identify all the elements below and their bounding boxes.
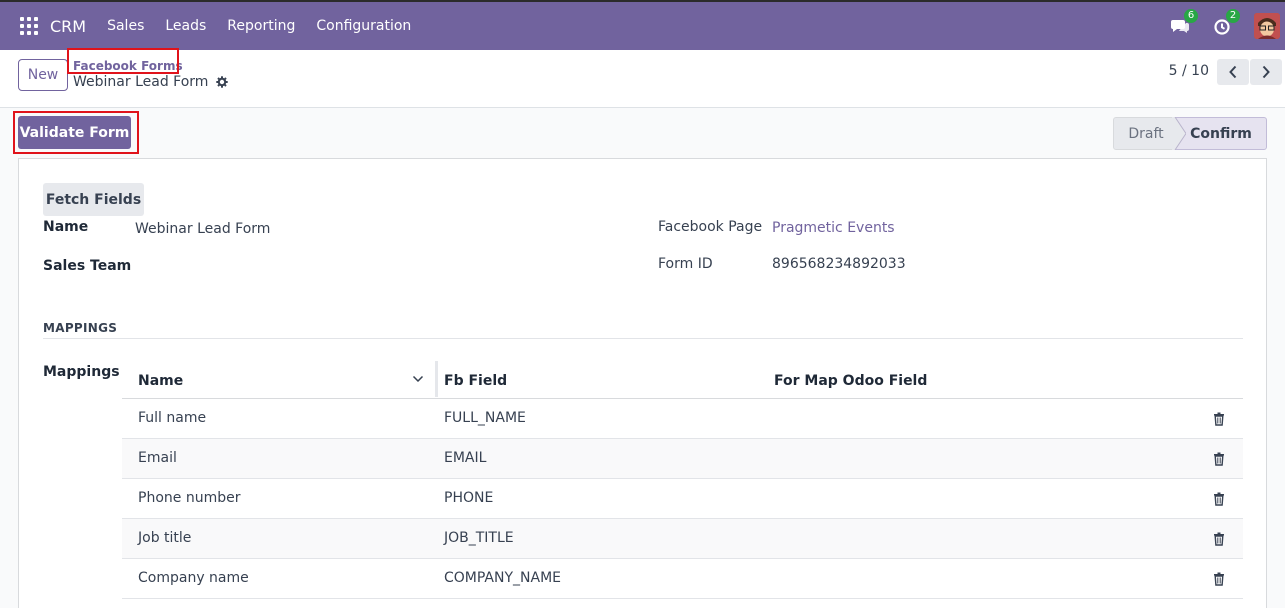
app-brand[interactable]: CRM <box>50 17 86 36</box>
column-header-name[interactable]: Name <box>138 373 183 389</box>
row-name[interactable]: Full name <box>138 410 206 426</box>
activities-button[interactable]: 2 <box>1212 9 1240 36</box>
form-id-field[interactable]: 896568234892033 <box>772 256 906 272</box>
fetch-fields-button[interactable]: Fetch Fields <box>43 183 144 216</box>
facebook-page-label: Facebook Page <box>658 219 763 235</box>
menu-leads[interactable]: Leads <box>165 18 206 34</box>
pager-previous-button[interactable] <box>1217 59 1249 85</box>
column-resize-handle[interactable] <box>435 361 438 397</box>
row-fb-field[interactable]: JOB_TITLE <box>444 530 514 546</box>
row-name[interactable]: Company name <box>138 570 249 586</box>
stage-arrow-icon <box>1172 117 1186 150</box>
trash-icon[interactable] <box>1213 412 1225 426</box>
mappings-section-title: MAPPINGS <box>43 321 118 335</box>
row-fb-field[interactable]: COMPANY_NAME <box>444 570 561 586</box>
menu-configuration[interactable]: Configuration <box>316 18 411 34</box>
table-row[interactable]: Email EMAIL <box>122 439 1243 479</box>
name-field[interactable]: Webinar Lead Form <box>135 221 270 237</box>
section-divider <box>43 338 1243 339</box>
row-fb-field[interactable]: PHONE <box>444 490 493 506</box>
row-fb-field[interactable]: EMAIL <box>444 450 486 466</box>
messages-badge: 6 <box>1184 9 1198 23</box>
gear-icon[interactable] <box>216 76 229 88</box>
row-fb-field[interactable]: FULL_NAME <box>444 410 526 426</box>
name-label: Name <box>43 219 89 235</box>
mappings-table: Name Fb Field For Map Odoo Field Full na… <box>122 361 1243 599</box>
pager-next-button[interactable] <box>1250 59 1282 85</box>
activities-badge: 2 <box>1226 9 1240 23</box>
validate-form-button[interactable]: Validate Form <box>18 116 131 149</box>
form-sheet: Fetch Fields Name Webinar Lead Form Sale… <box>18 158 1267 608</box>
pager-value[interactable]: 5 / 10 <box>1169 63 1209 79</box>
breadcrumb-facebook-forms[interactable]: Facebook Forms <box>73 59 183 73</box>
stage-draft[interactable]: Draft <box>1113 117 1179 150</box>
sales-team-field[interactable] <box>135 258 435 276</box>
trash-icon[interactable] <box>1213 532 1225 546</box>
form-id-label: Form ID <box>658 256 713 272</box>
table-row[interactable]: Phone number PHONE <box>122 479 1243 519</box>
column-header-odoo-field[interactable]: For Map Odoo Field <box>774 373 927 389</box>
facebook-page-field[interactable]: Pragmetic Events <box>772 220 895 236</box>
trash-icon[interactable] <box>1213 572 1225 586</box>
column-header-fb-field[interactable]: Fb Field <box>444 373 507 389</box>
breadcrumb-current: Webinar Lead Form <box>73 74 229 90</box>
chevron-left-icon <box>1229 65 1237 79</box>
mappings-label: Mappings <box>43 364 120 380</box>
row-name[interactable]: Job title <box>138 530 191 546</box>
new-button[interactable]: New <box>18 59 68 91</box>
chevron-right-icon <box>1262 65 1270 79</box>
top-navbar: CRM Sales Leads Reporting Configuration … <box>0 0 1285 50</box>
trash-icon[interactable] <box>1213 492 1225 506</box>
table-header: Name Fb Field For Map Odoo Field <box>122 361 1243 399</box>
stage-confirm[interactable]: Confirm <box>1175 117 1267 150</box>
sales-team-label: Sales Team <box>43 258 132 274</box>
trash-icon[interactable] <box>1213 452 1225 466</box>
row-name[interactable]: Phone number <box>138 490 240 506</box>
user-avatar[interactable] <box>1254 13 1280 39</box>
control-panel: New Facebook Forms Webinar Lead Form 5 /… <box>0 48 1285 108</box>
table-row[interactable]: Job title JOB_TITLE <box>122 519 1243 559</box>
row-name[interactable]: Email <box>138 450 177 466</box>
apps-menu-icon[interactable] <box>20 17 38 35</box>
record-title: Webinar Lead Form <box>73 74 209 90</box>
chevron-down-icon[interactable] <box>412 374 424 384</box>
menu-sales[interactable]: Sales <box>107 18 144 34</box>
table-row[interactable]: Company name COMPANY_NAME <box>122 559 1243 599</box>
table-row[interactable]: Full name FULL_NAME <box>122 399 1243 439</box>
menu-reporting[interactable]: Reporting <box>227 18 295 34</box>
messages-button[interactable]: 6 <box>1170 9 1198 36</box>
